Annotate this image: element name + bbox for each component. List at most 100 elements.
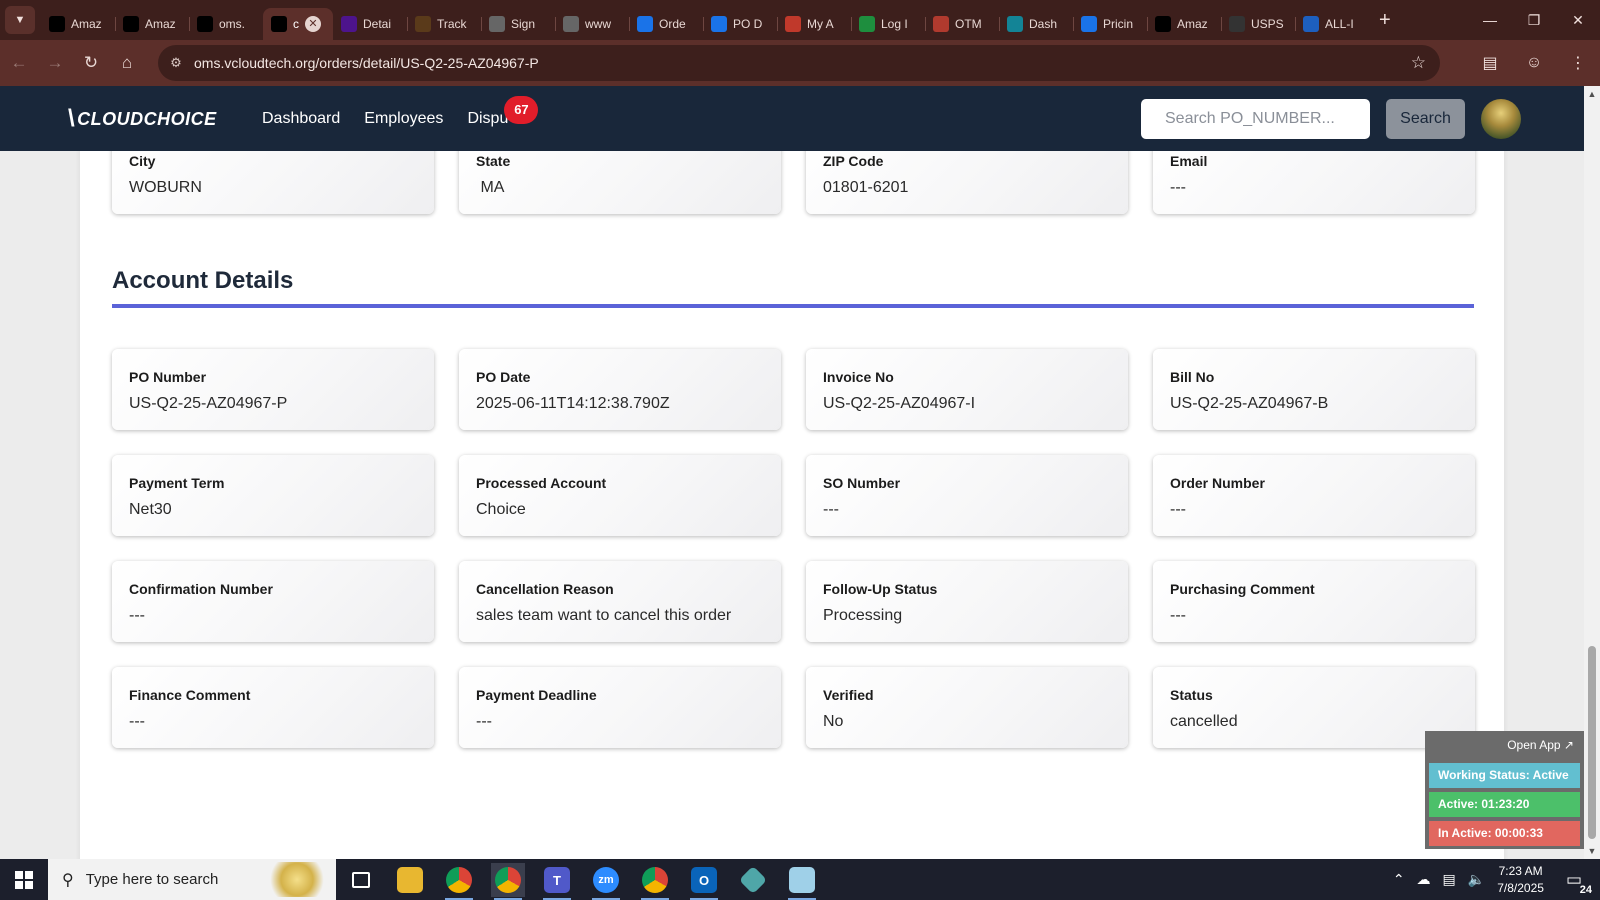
start-button[interactable] (0, 859, 48, 900)
open-app-link[interactable]: Open App ↗ (1507, 738, 1574, 752)
browser-tab[interactable]: Sign (481, 8, 555, 40)
nav-disputes[interactable]: Dispu 67 (467, 95, 539, 128)
back-icon[interactable]: ← (2, 46, 36, 80)
nav-disputes-label[interactable]: Dispu (467, 110, 508, 127)
tab-list: Amaz Amaz oms. c ✕ Detai Track Sign www Orde PO DM… (41, 0, 1369, 40)
home-icon[interactable]: ⌂ (110, 46, 144, 80)
browser-tab-title[interactable]: c (293, 17, 299, 31)
field-value: 01801-6201 (823, 179, 909, 196)
chrome-second-profile-icon[interactable] (638, 863, 672, 900)
taskbar-search-placeholder[interactable]: Type here to search (86, 871, 219, 888)
field-card: State MA (459, 151, 781, 214)
scroll-thumb[interactable] (1588, 646, 1596, 839)
restore-icon[interactable]: ❐ (1512, 0, 1556, 40)
browser-tab[interactable]: OTM (925, 8, 999, 40)
search-button[interactable]: Search (1386, 99, 1465, 139)
browser-tab-title[interactable]: Detai (363, 17, 391, 31)
clock[interactable]: 7:23 AM 7/8/2025 (1497, 863, 1544, 897)
app-diamond-icon[interactable] (736, 863, 770, 897)
scroll-up-icon[interactable]: ▲ (1584, 86, 1600, 102)
outlook-icon[interactable]: O (687, 863, 721, 900)
network-icon[interactable]: ▤ (1443, 871, 1456, 888)
browser-tab-title[interactable]: Pricin (1103, 17, 1133, 31)
nav-dashboard[interactable]: Dashboard (262, 110, 340, 128)
close-tab-icon[interactable]: ✕ (305, 16, 321, 32)
browser-tab-title[interactable]: OTM (955, 17, 982, 31)
notification-center[interactable]: ▭ 24 (1566, 870, 1592, 896)
cloudchoice-logo[interactable]: \ CLOUDCHOICE (68, 105, 217, 133)
teams-icon[interactable]: T (540, 863, 574, 900)
browser-tab[interactable]: Detai (333, 8, 407, 40)
tab-search-button[interactable]: ▼ (5, 6, 35, 34)
new-tab-button[interactable]: + (1379, 9, 1391, 32)
bookmark-star-icon[interactable]: ☆ (1411, 53, 1426, 73)
browser-tab-title[interactable]: www (585, 17, 611, 31)
browser-tab[interactable]: Amaz (41, 8, 115, 40)
browser-tab-title[interactable]: Amaz (1177, 17, 1208, 31)
field-label: Follow-Up Status (823, 581, 938, 597)
browser-tab-title[interactable]: Log I (881, 17, 908, 31)
forward-icon[interactable]: → (38, 46, 72, 80)
browser-tab-title[interactable]: My A (807, 17, 834, 31)
browser-tab-title[interactable]: Sign (511, 17, 535, 31)
chrome-profile-icon[interactable] (491, 863, 525, 900)
browser-tab-title[interactable]: Dash (1029, 17, 1057, 31)
profile-icon[interactable]: ☺ (1512, 46, 1556, 80)
browser-tab-title[interactable]: Amaz (71, 17, 102, 31)
browser-tab[interactable]: ALL-I (1295, 8, 1369, 40)
user-avatar[interactable] (1481, 99, 1521, 139)
browser-tab[interactable]: Pricin (1073, 8, 1147, 40)
address-url[interactable]: oms.vcloudtech.org/orders/detail/US-Q2-2… (194, 55, 539, 71)
notes-app-icon[interactable] (785, 863, 819, 900)
address-bar[interactable]: ⚙ oms.vcloudtech.org/orders/detail/US-Q2… (158, 45, 1440, 81)
minimize-icon[interactable]: — (1468, 0, 1512, 40)
onedrive-icon[interactable]: ☁ (1417, 871, 1431, 888)
browser-tab[interactable]: Dash (999, 8, 1073, 40)
extensions-icon[interactable]: ▤ (1468, 46, 1512, 80)
browser-tab[interactable]: Log I (851, 8, 925, 40)
search-icon: ⚲ (62, 871, 74, 889)
browser-tab-title[interactable]: PO D (733, 17, 762, 31)
site-info-icon[interactable]: ⚙ (164, 51, 188, 75)
browser-tab[interactable]: Track (407, 8, 481, 40)
zoom-icon[interactable]: zm (589, 863, 623, 900)
toolbar-actions: ▤ ☺ ⋮ (1468, 46, 1600, 80)
po-search-input[interactable] (1141, 99, 1370, 139)
field-card: SO Number --- (806, 455, 1128, 536)
more-menu-icon[interactable]: ⋮ (1556, 46, 1600, 80)
nav-employees[interactable]: Employees (364, 110, 443, 128)
browser-tab-title[interactable]: oms. (219, 17, 245, 31)
browser-tab[interactable]: USPS (1221, 8, 1295, 40)
browser-tab-strip: ▼ Amaz Amaz oms. c ✕ Detai Track Sign www Orde PO … (0, 0, 1600, 40)
browser-tab-title[interactable]: ALL-I (1325, 17, 1354, 31)
file-explorer-icon[interactable] (393, 863, 427, 897)
taskbar-search[interactable]: ⚲ Type here to search (48, 859, 336, 900)
browser-tab[interactable]: oms. (189, 8, 263, 40)
amazon-icon (1155, 16, 1171, 32)
browser-tab[interactable]: Orde (629, 8, 703, 40)
volume-icon[interactable]: 🔈 (1468, 871, 1485, 888)
browser-tab[interactable]: c ✕ (263, 8, 333, 40)
field-label: PO Date (476, 369, 531, 385)
chrome-icon[interactable] (442, 863, 476, 900)
browser-tab[interactable]: Amaz (115, 8, 189, 40)
page-scrollbar[interactable]: ▲ ▼ (1584, 86, 1600, 859)
browser-tab-title[interactable]: USPS (1251, 17, 1284, 31)
ec-icon (711, 16, 727, 32)
dashboard-icon (1007, 16, 1023, 32)
scroll-down-icon[interactable]: ▼ (1584, 843, 1600, 859)
browser-tab-title[interactable]: Orde (659, 17, 686, 31)
browser-tab[interactable]: Amaz (1147, 8, 1221, 40)
browser-tab[interactable]: My A (777, 8, 851, 40)
field-card: Order Number --- (1153, 455, 1475, 536)
chevron-up-icon[interactable]: ⌃ (1393, 871, 1405, 888)
reload-icon[interactable]: ↻ (74, 46, 108, 80)
disputes-count-badge: 67 (504, 95, 539, 124)
close-window-icon[interactable]: ✕ (1556, 0, 1600, 40)
browser-tab-title[interactable]: Amaz (145, 17, 176, 31)
browser-tab[interactable]: PO D (703, 8, 777, 40)
task-view-icon[interactable] (344, 863, 378, 897)
browser-tab-title[interactable]: Track (437, 17, 467, 31)
browser-tab[interactable]: www (555, 8, 629, 40)
field-card: Bill No US-Q2-25-AZ04967-B (1153, 349, 1475, 430)
